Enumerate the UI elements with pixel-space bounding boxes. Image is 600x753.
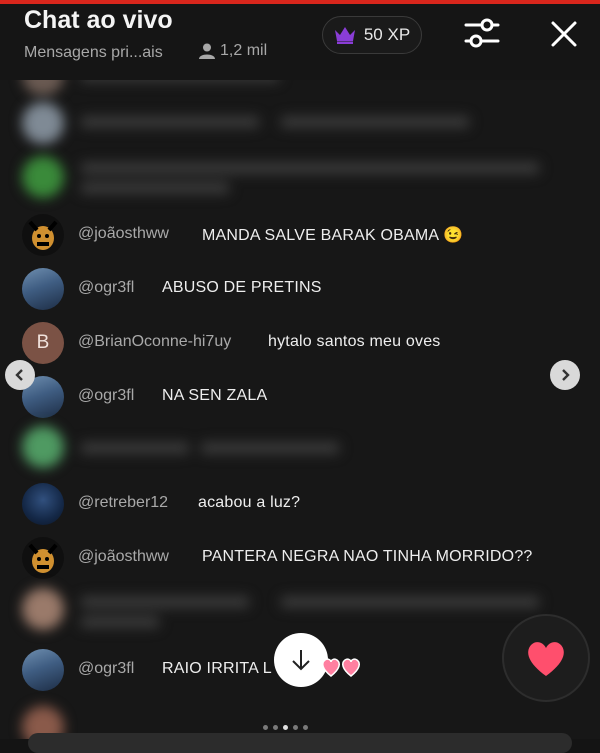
chat-mode-selector[interactable]: Mensagens pri...ais [24, 44, 163, 62]
message-text: RAIO IRRITA L [162, 660, 272, 677]
message-text: MANDA SALVE BARAK OBAMA 😉 [202, 227, 464, 244]
message-text: NA SEN ZALA [162, 387, 268, 404]
chat-message: @ogr3fl NA SEN ZALA [0, 376, 600, 418]
message-username[interactable]: @retreber12 [78, 494, 168, 512]
xp-badge[interactable]: 50 XP [322, 16, 422, 54]
page-dot[interactable] [293, 725, 298, 730]
message-username[interactable]: @ogr3fl [78, 660, 134, 678]
chevron-right-icon [562, 369, 570, 381]
chevron-left-icon [15, 369, 23, 381]
page-dot[interactable] [303, 725, 308, 730]
message-username[interactable]: @joãosthww [78, 225, 169, 243]
person-icon [199, 43, 215, 59]
close-icon[interactable] [548, 18, 580, 50]
crown-icon [334, 27, 355, 44]
prev-button[interactable] [5, 360, 35, 390]
page-indicator [263, 725, 308, 730]
page-dot[interactable] [273, 725, 278, 730]
chat-message: @joãosthww PANTERA NEGRA NAO TINHA MORRI… [0, 537, 600, 579]
avatar[interactable] [22, 537, 64, 579]
message-username[interactable]: @joãosthww [78, 548, 169, 566]
chat-message: @ogr3fl ABUSO DE PRETINS [0, 268, 600, 310]
sliders-icon[interactable] [462, 16, 502, 50]
chat-input-bar[interactable] [28, 733, 572, 753]
blurred-message [0, 96, 600, 152]
viewer-count-text: 1,2 mil [220, 42, 268, 59]
message-text: ABUSO DE PRETINS [162, 279, 322, 296]
message-text: hytalo santos meu oves [268, 333, 441, 350]
page-title: Chat ao vivo [24, 6, 173, 34]
avatar[interactable] [22, 214, 64, 256]
next-button[interactable] [550, 360, 580, 390]
blurred-message [0, 420, 600, 476]
message-text: acabou a luz? [198, 494, 301, 511]
heart-icon [528, 642, 564, 676]
blurred-message [0, 582, 600, 638]
avatar[interactable] [22, 649, 64, 691]
heart-icon [322, 658, 360, 677]
avatar[interactable]: B [22, 322, 64, 364]
message-username[interactable]: @ogr3fl [78, 387, 134, 405]
chat-message: @retreber12 acabou a luz? [0, 483, 600, 525]
arrow-down-icon [292, 650, 310, 671]
blurred-message [0, 150, 600, 206]
page-dot-active[interactable] [283, 725, 288, 730]
avatar[interactable] [22, 268, 64, 310]
page-dot[interactable] [263, 725, 268, 730]
message-username[interactable]: @BrianOconne-hi7uy [78, 333, 231, 351]
chat-message: B @BrianOconne-hi7uy hytalo santos meu o… [0, 322, 600, 364]
chat-message: @joãosthww MANDA SALVE BARAK OBAMA 😉 [0, 214, 600, 256]
chat-header: Chat ao vivo Mensagens pri...ais 1,2 mil… [0, 4, 600, 80]
message-text: PANTERA NEGRA NAO TINHA MORRIDO?? [202, 548, 533, 565]
message-username[interactable]: @ogr3fl [78, 279, 134, 297]
reaction-heart-button[interactable] [502, 614, 590, 702]
xp-label: 50 XP [363, 25, 411, 44]
avatar[interactable] [22, 483, 64, 525]
viewer-count: 1,2 mil [198, 42, 267, 60]
